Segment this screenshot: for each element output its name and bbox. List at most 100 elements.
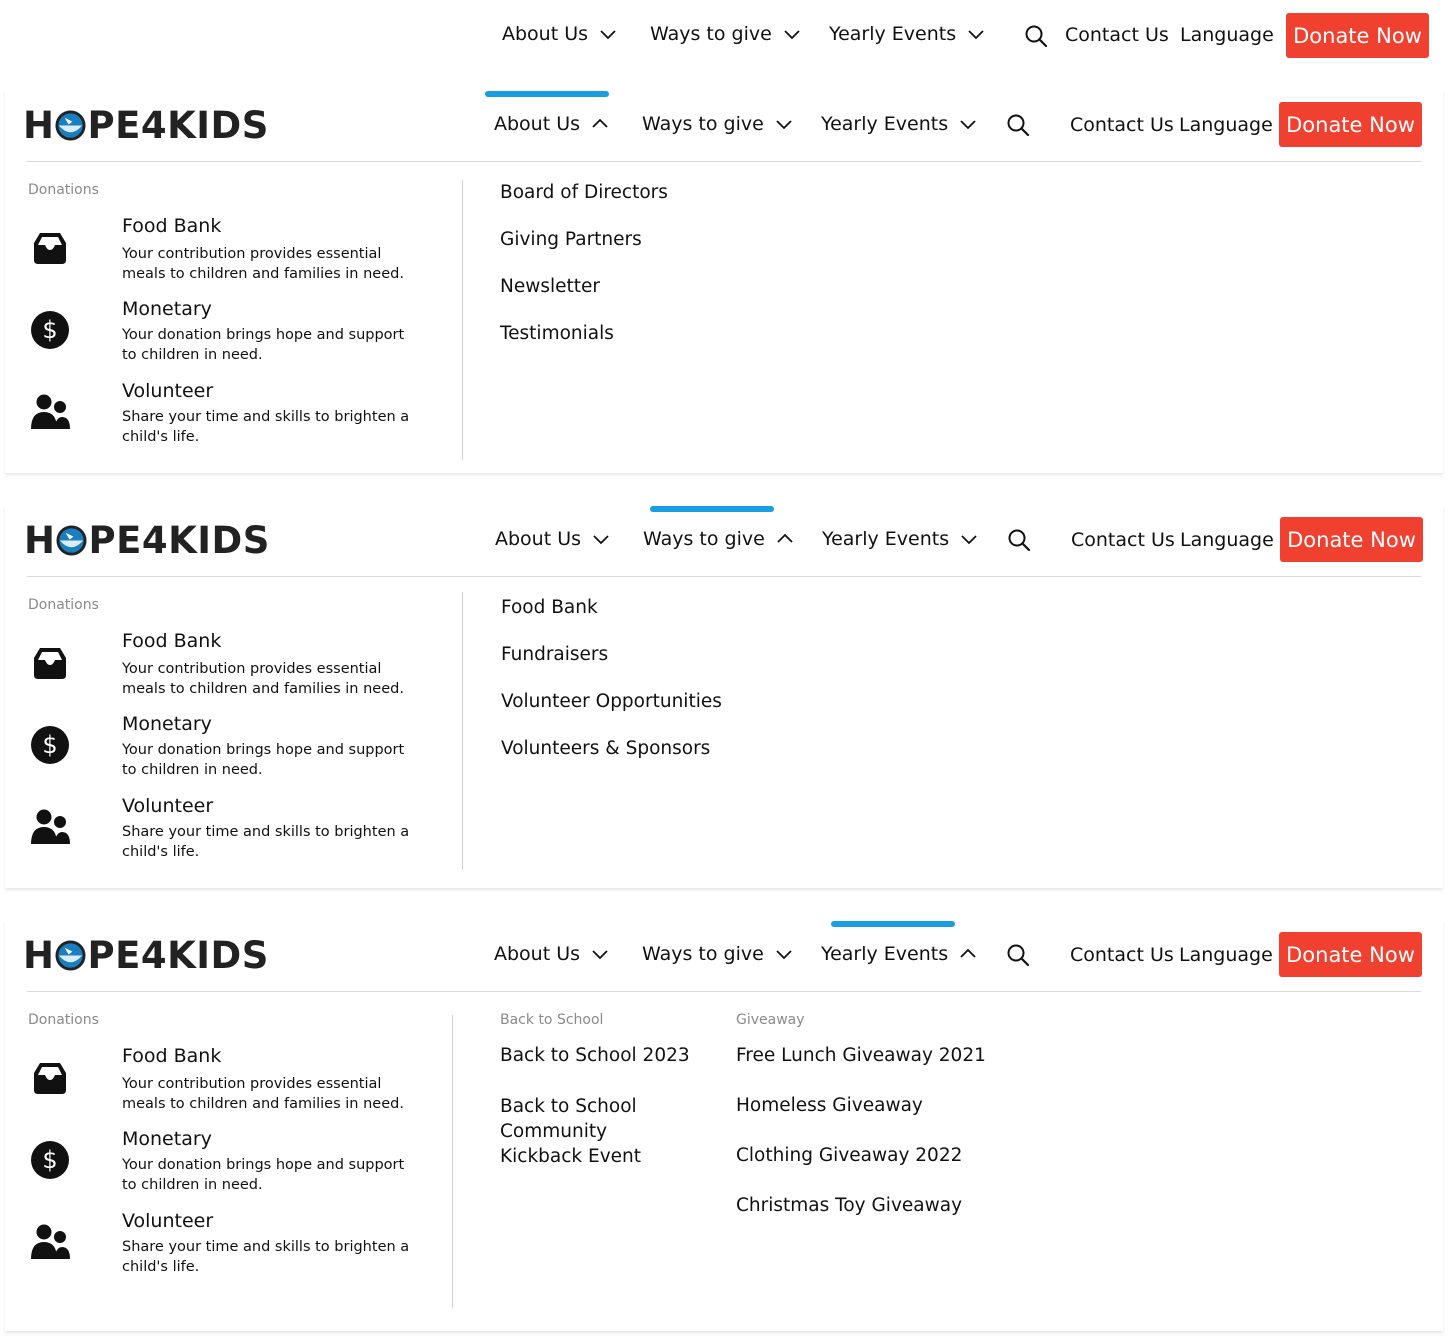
menu-link-newsletter[interactable]: Newsletter <box>500 276 600 297</box>
header-divider <box>27 991 1421 992</box>
nav-yearly-events[interactable]: Yearly Events <box>822 528 979 550</box>
food-bank-title[interactable]: Food Bank <box>122 215 221 237</box>
donate-now-button[interactable]: Donate Now <box>1280 517 1423 562</box>
nav-yearly-events[interactable]: Yearly Events <box>821 113 978 135</box>
menu-link-testimonials[interactable]: Testimonials <box>500 323 614 344</box>
donate-now-button[interactable]: Donate Now <box>1286 13 1429 58</box>
contact-us-link[interactable]: Contact Us <box>1070 944 1174 966</box>
column-divider <box>452 1015 453 1308</box>
menu-link-clothing-giveaway[interactable]: Clothing Giveaway 2022 <box>736 1145 962 1166</box>
nav-about-us-label: About Us <box>502 23 589 45</box>
nav-ways-to-give[interactable]: Ways to give <box>642 113 794 135</box>
logo-text-left: H <box>23 934 55 977</box>
menu-link-food-bank[interactable]: Food Bank <box>501 597 598 618</box>
nav-events-label: Yearly Events <box>822 528 950 550</box>
logo[interactable]: H PE4KIDS <box>23 934 269 977</box>
language-link[interactable]: Language <box>1179 944 1273 966</box>
menu-link-back-to-school-2023[interactable]: Back to School 2023 <box>500 1045 690 1066</box>
column-divider <box>462 180 463 460</box>
search-icon[interactable] <box>1024 24 1048 48</box>
food-bank-desc: Your contribution provides essential mea… <box>122 661 404 697</box>
logo-text-right: PE4KIDS <box>87 104 269 147</box>
nav-about-us-label: About Us <box>494 113 581 135</box>
monetary-desc: Your donation brings hope and support to… <box>122 1157 405 1193</box>
volunteer-title[interactable]: Volunteer <box>122 795 213 817</box>
chevron-down-icon <box>774 944 794 964</box>
menu-link-board-of-directors[interactable]: Board of Directors <box>500 182 668 203</box>
contact-us-link[interactable]: Contact Us <box>1070 114 1174 136</box>
donate-now-button[interactable]: Donate Now <box>1279 932 1422 977</box>
chevron-down-icon <box>774 114 794 134</box>
donate-now-button[interactable]: Donate Now <box>1279 102 1422 147</box>
nav-yearly-events[interactable]: Yearly Events <box>829 23 986 45</box>
monetary-desc: Your donation brings hope and support to… <box>122 742 405 778</box>
food-bank-desc: Your contribution provides essential mea… <box>122 246 404 282</box>
nav-ways-to-give[interactable]: Ways to give <box>642 943 794 965</box>
monetary-title[interactable]: Monetary <box>122 1128 212 1150</box>
nav-yearly-events[interactable]: Yearly Events <box>821 943 978 965</box>
logo[interactable]: H PE4KIDS <box>24 519 270 562</box>
nav-ways-to-give[interactable]: Ways to give <box>643 528 795 550</box>
back-to-school-heading: Back to School <box>500 1012 604 1028</box>
volunteer-title[interactable]: Volunteer <box>122 1210 213 1232</box>
dollar-circle-icon: $ <box>29 309 71 351</box>
chevron-up-icon <box>775 529 795 549</box>
volunteer-desc: Share your time and skills to brighten a… <box>122 1239 410 1275</box>
nav-events-label: Yearly Events <box>821 113 949 135</box>
menu-link-volunteers-sponsors[interactable]: Volunteers & Sponsors <box>501 738 710 759</box>
inbox-tray-icon <box>29 1057 71 1099</box>
language-link[interactable]: Language <box>1180 529 1274 551</box>
logo-text-right: PE4KIDS <box>87 934 269 977</box>
food-bank-desc: Your contribution provides essential mea… <box>122 1076 404 1112</box>
search-icon[interactable] <box>1006 113 1030 137</box>
nav-events-label: Yearly Events <box>829 23 957 45</box>
menu-link-community-kickback[interactable]: Back to School Community Kickback Event <box>500 1094 670 1169</box>
menu-link-homeless-giveaway[interactable]: Homeless Giveaway <box>736 1095 923 1116</box>
menu-link-giving-partners[interactable]: Giving Partners <box>500 229 642 250</box>
nav-events-label: Yearly Events <box>821 943 949 965</box>
svg-text:$: $ <box>42 1146 57 1174</box>
volunteer-title[interactable]: Volunteer <box>122 380 213 402</box>
nav-about-us[interactable]: About Us <box>495 528 611 550</box>
chevron-down-icon <box>958 114 978 134</box>
menu-link-christmas-toy-giveaway[interactable]: Christmas Toy Giveaway <box>736 1195 962 1216</box>
nav-about-us[interactable]: About Us <box>494 113 610 135</box>
nav-ways-label: Ways to give <box>650 23 772 45</box>
contact-us-link[interactable]: Contact Us <box>1071 529 1175 551</box>
menu-link-fundraisers[interactable]: Fundraisers <box>501 644 608 665</box>
search-icon[interactable] <box>1007 528 1031 552</box>
search-icon[interactable] <box>1006 943 1030 967</box>
language-link[interactable]: Language <box>1179 114 1273 136</box>
chevron-down-icon <box>591 529 611 549</box>
chevron-up-icon <box>590 114 610 134</box>
nav-ways-to-give[interactable]: Ways to give <box>650 23 802 45</box>
svg-text:$: $ <box>42 316 57 344</box>
active-tab-indicator <box>650 506 774 512</box>
monetary-title[interactable]: Monetary <box>122 713 212 735</box>
users-icon <box>29 1221 71 1263</box>
monetary-desc: Your donation brings hope and support to… <box>122 327 405 363</box>
svg-text:$: $ <box>42 731 57 759</box>
chevron-up-icon <box>958 944 978 964</box>
chevron-down-icon <box>959 529 979 549</box>
donations-heading: Donations <box>28 182 99 198</box>
chevron-down-icon <box>782 24 802 44</box>
nav-about-us[interactable]: About Us <box>494 943 610 965</box>
nav-about-us-label: About Us <box>494 943 581 965</box>
active-tab-indicator <box>831 921 955 927</box>
nav-ways-label: Ways to give <box>642 943 764 965</box>
header-divider <box>27 161 1421 162</box>
menu-link-volunteer-opportunities[interactable]: Volunteer Opportunities <box>501 691 722 712</box>
active-tab-indicator <box>485 91 609 97</box>
logo[interactable]: H PE4KIDS <box>23 104 269 147</box>
food-bank-title[interactable]: Food Bank <box>122 1045 221 1067</box>
language-link[interactable]: Language <box>1180 24 1274 46</box>
contact-us-link[interactable]: Contact Us <box>1065 24 1169 46</box>
monetary-title[interactable]: Monetary <box>122 298 212 320</box>
chevron-down-icon <box>590 944 610 964</box>
globe-logo-icon <box>55 940 86 971</box>
food-bank-title[interactable]: Food Bank <box>122 630 221 652</box>
nav-about-us[interactable]: About Us <box>502 23 618 45</box>
menu-link-free-lunch-giveaway[interactable]: Free Lunch Giveaway 2021 <box>736 1045 986 1066</box>
nav-ways-label: Ways to give <box>642 113 764 135</box>
